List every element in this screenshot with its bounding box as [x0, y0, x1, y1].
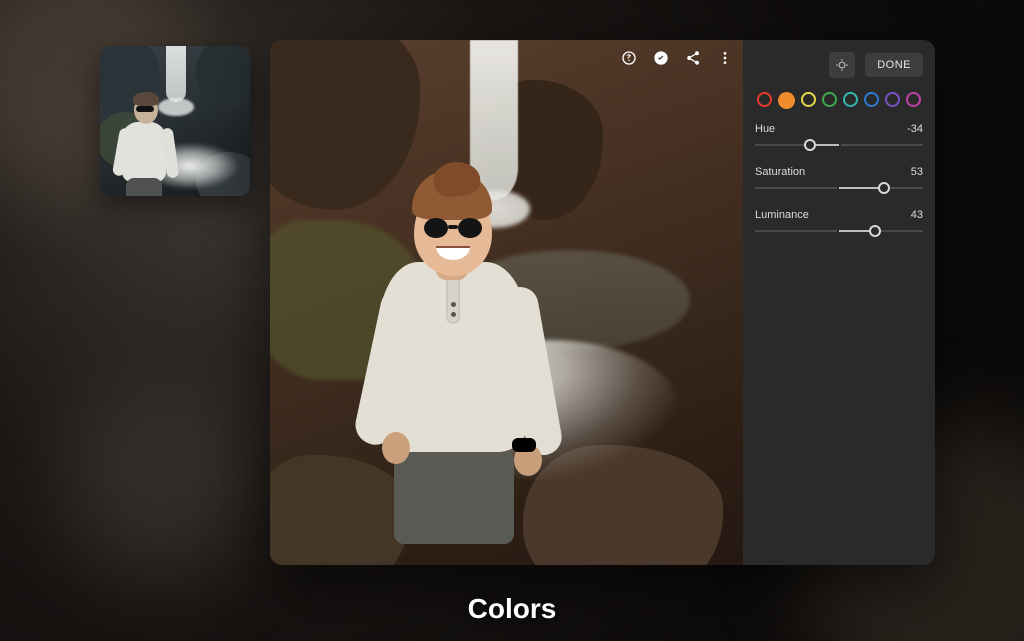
saturation-slider[interactable] [755, 181, 923, 195]
swatch-purple[interactable] [885, 92, 900, 107]
hue-slider[interactable] [755, 138, 923, 152]
color-swatch-row [755, 92, 923, 109]
canvas-top-actions [619, 48, 735, 68]
check-circle-icon[interactable] [651, 48, 671, 68]
editor-window: DONE Hue -34 Saturation 53 [270, 40, 935, 565]
saturation-value: 53 [911, 166, 923, 178]
background-blur [60, 381, 260, 581]
luminance-slider-group: Luminance 43 [755, 209, 923, 238]
luminance-label: Luminance [755, 209, 809, 221]
luminance-slider[interactable] [755, 224, 923, 238]
hue-label: Hue [755, 123, 775, 135]
help-icon[interactable] [619, 48, 639, 68]
saturation-slider-group: Saturation 53 [755, 166, 923, 195]
done-button[interactable]: DONE [865, 53, 923, 77]
swatch-orange[interactable] [778, 92, 795, 109]
luminance-value: 43 [911, 209, 923, 221]
saturation-label: Saturation [755, 166, 805, 178]
hue-slider-group: Hue -34 [755, 123, 923, 152]
color-mix-panel: DONE Hue -34 Saturation 53 [743, 40, 935, 565]
before-thumbnail [100, 46, 250, 196]
slide-caption: Colors [0, 593, 1024, 625]
swatch-red[interactable] [757, 92, 772, 107]
swatch-blue[interactable] [864, 92, 879, 107]
hue-value: -34 [907, 123, 923, 135]
more-vertical-icon[interactable] [715, 48, 735, 68]
share-icon[interactable] [683, 48, 703, 68]
swatch-magenta[interactable] [906, 92, 921, 107]
subject-person [358, 176, 558, 536]
swatch-green[interactable] [822, 92, 837, 107]
swatch-aqua[interactable] [843, 92, 858, 107]
targeted-adjustment-button[interactable] [829, 52, 855, 78]
swatch-yellow[interactable] [801, 92, 816, 107]
image-canvas[interactable] [270, 40, 743, 565]
